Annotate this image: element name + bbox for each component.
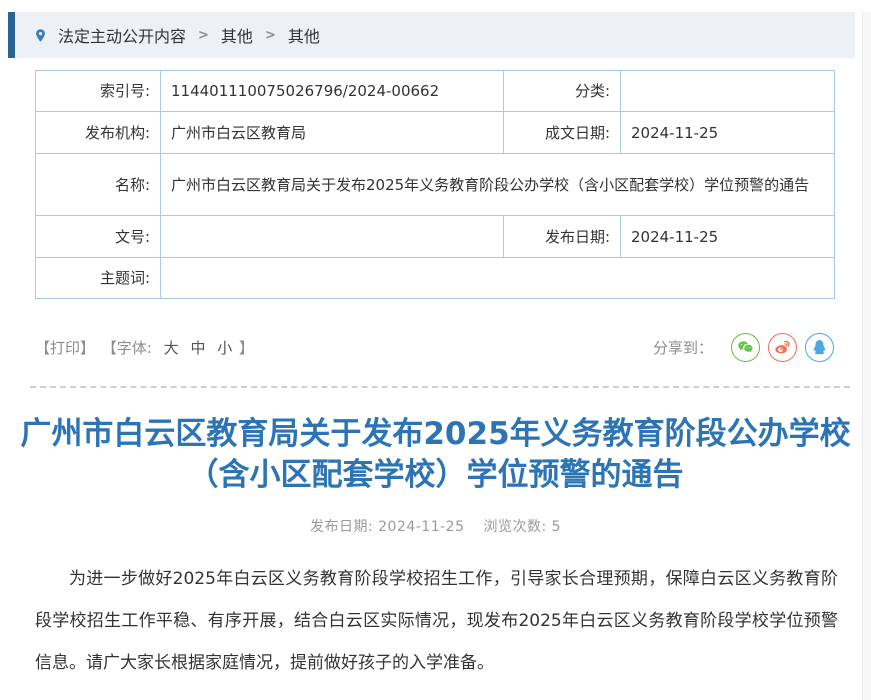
category-label: 分类: (503, 70, 621, 112)
article-meta: 发布日期: 2024-11-25 浏览次数: 5 (0, 516, 871, 536)
views-meta-label: 浏览次数: (483, 519, 547, 535)
font-size-label-close: 】 (239, 338, 255, 357)
dashed-divider (30, 386, 850, 388)
breadcrumb: 法定主动公开内容 > 其他 > 其他 (8, 12, 855, 58)
publish-date-meta-label: 发布日期: (309, 519, 374, 535)
subject-words-label: 主题词: (35, 257, 161, 299)
breadcrumb-item-legal-disclosure[interactable]: 法定主动公开内容 (58, 23, 186, 47)
font-size-small-button[interactable]: 小 (217, 339, 232, 357)
issuing-agency-value: 广州市白云区教育局 (160, 111, 504, 154)
chevron-right-icon: > (264, 27, 276, 43)
issuing-agency-label: 发布机构: (35, 111, 161, 154)
table-row: 主题词: (35, 257, 835, 299)
chevron-right-icon: > (198, 27, 209, 43)
article-body: 为进一步做好2025年白云区义务教育阶段学校招生工作，引导家长合理预期，保障白云… (35, 558, 838, 684)
document-name-label: 名称: (35, 153, 161, 216)
window-edge-strip (862, 12, 871, 700)
index-number-value: 114401110075026796/2024-00662 (160, 70, 504, 112)
document-info-table: 索引号: 114401110075026796/2024-00662 分类: 发… (35, 70, 835, 299)
qq-icon (813, 339, 826, 354)
font-size-label: 【字体: (101, 338, 152, 357)
article-toolbar: 【打印】 【字体: 大 中 小 】 分享到： (35, 331, 834, 363)
table-row: 文号: 发布日期: 2024-11-25 (35, 215, 835, 258)
share-to-label: 分享到： (652, 338, 713, 357)
document-number-label: 文号: (35, 215, 161, 258)
font-size-large-button[interactable]: 大 (164, 339, 179, 357)
share-qq-button[interactable] (805, 332, 834, 362)
table-row: 名称: 广州市白云区教育局关于发布2025年义务教育阶段公办学校（含小区配套学校… (35, 153, 835, 216)
wechat-icon (738, 340, 753, 352)
weibo-icon (775, 340, 790, 353)
share-controls: 分享到： (652, 332, 834, 362)
publish-date-value: 2024-11-25 (620, 215, 835, 258)
document-name-value: 广州市白云区教育局关于发布2025年义务教育阶段公办学校（含小区配套学校）学位预… (160, 153, 835, 216)
print-button[interactable]: 【打印】 (35, 339, 95, 357)
publish-date-meta-value: 2024-11-25 (378, 519, 465, 535)
share-wechat-button[interactable] (731, 332, 760, 362)
table-row: 索引号: 114401110075026796/2024-00662 分类: (35, 70, 835, 112)
document-number-value (160, 215, 504, 258)
page-title: 广州市白云区教育局关于发布2025年义务教育阶段公办学校（含小区配套学校）学位预… (20, 416, 851, 493)
views-meta-value: 5 (551, 519, 562, 535)
article-paragraph: 为进一步做好2025年白云区义务教育阶段学校招生工作，引导家长合理预期，保障白云… (35, 569, 838, 673)
breadcrumb-item-other-1[interactable]: 其他 (221, 23, 253, 47)
subject-words-value (160, 257, 835, 299)
index-number-label: 索引号: (35, 70, 161, 112)
category-value (620, 70, 835, 112)
publish-date-label: 发布日期: (503, 215, 621, 258)
share-weibo-button[interactable] (768, 332, 797, 362)
location-pin-icon (33, 26, 48, 45)
breadcrumb-item-other-2[interactable]: 其他 (288, 23, 320, 47)
table-row: 发布机构: 广州市白云区教育局 成文日期: 2024-11-25 (35, 111, 835, 154)
written-date-value: 2024-11-25 (620, 111, 835, 154)
written-date-label: 成文日期: (503, 111, 621, 154)
print-font-controls: 【打印】 【字体: 大 中 小 】 (35, 337, 256, 358)
font-size-medium-button[interactable]: 中 (190, 339, 205, 357)
